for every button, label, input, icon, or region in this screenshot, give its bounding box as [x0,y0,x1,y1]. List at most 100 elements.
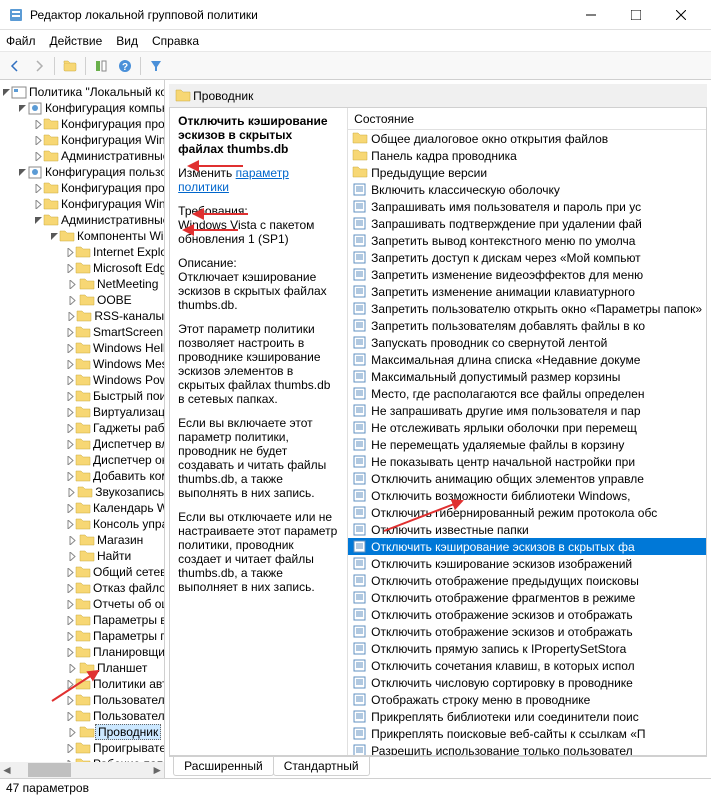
list-item[interactable]: Прикреплять поисковые веб-сайты к ссылка… [348,725,706,742]
tree-node[interactable]: Консоль управления (MMC) [2,516,164,532]
list-item[interactable]: Место, где располагаются все файлы опред… [348,385,706,402]
list-item[interactable]: Запретить доступ к дискам через «Мой ком… [348,249,706,266]
tree-node[interactable]: Проводник [2,724,164,740]
list-item[interactable]: Запускать проводник со свернутой лентой [348,334,706,351]
view-tabs: Расширенный Стандартный [169,756,707,778]
list-item[interactable]: Отключить гибернированный режим протокол… [348,504,706,521]
tree-node[interactable]: SmartScreen Защитника Win [2,324,164,340]
list-item[interactable]: Запретить пользователям добавлять файлы … [348,317,706,334]
tree-node[interactable]: NetMeeting [2,276,164,292]
filter-button[interactable] [145,55,167,77]
list-item[interactable]: Запретить изменение анимации клавиатурно… [348,283,706,300]
tree-node[interactable]: Диспетчер окон рабочего с [2,452,164,468]
tree-node[interactable]: Конфигурация пользователя [2,164,164,180]
tree-node[interactable]: Конфигурация компьютера [2,100,164,116]
tree-node[interactable]: Internet Explorer [2,244,164,260]
menu-help[interactable]: Справка [152,34,199,48]
list-item[interactable]: Не показывать центр начальной настройки … [348,453,706,470]
tree-node[interactable]: Планшет [2,660,164,676]
list-item[interactable]: Отключить прямую запись к IPropertySetSt… [348,640,706,657]
list-item[interactable]: Отключить известные папки [348,521,706,538]
tree-node[interactable]: Windows Hello для бизнеса [2,340,164,356]
show-hide-tree-button[interactable] [90,55,112,77]
tree-node[interactable]: Компоненты Windows [2,228,164,244]
tree-node[interactable]: Политика "Локальный компьютер" [2,84,164,100]
tree-node[interactable]: Виртуализация средств взаи [2,404,164,420]
list-item[interactable]: Отключить кэширование эскизов изображени… [348,555,706,572]
tab-standard[interactable]: Стандартный [273,757,370,776]
minimize-button[interactable] [568,0,613,30]
close-button[interactable] [658,0,703,30]
tree-node[interactable]: Административные шаблоны [2,212,164,228]
list-item[interactable]: Не запрашивать другие имя пользователя и… [348,402,706,419]
tree-node[interactable]: Диспетчер вложений [2,436,164,452]
tree-node[interactable]: Общий сетевой доступ [2,564,164,580]
tree-node[interactable]: Параметры презентации [2,628,164,644]
list-item[interactable]: Запретить пользователю открыть окно «Пар… [348,300,706,317]
menu-file[interactable]: Файл [6,34,36,48]
settings-list: Общее диалоговое окно открытия файловПан… [348,130,706,755]
tree-node[interactable]: Календарь Windows [2,500,164,516]
list-item[interactable]: Не отслеживать ярлыки оболочки при перем… [348,419,706,436]
tree-node[interactable]: Windows Messenger [2,356,164,372]
tree-node[interactable]: Microsoft Edge [2,260,164,276]
tree-node[interactable]: Конфигурация Windows [2,196,164,212]
list-item[interactable]: Отключить анимацию общих элементов управ… [348,470,706,487]
help-button[interactable]: ? [114,55,136,77]
menu-view[interactable]: Вид [116,34,138,48]
tree-node[interactable]: Отказ файлов [2,580,164,596]
tree-node[interactable]: Магазин [2,532,164,548]
list-item[interactable]: Отключить отображение эскизов и отобража… [348,606,706,623]
tab-extended[interactable]: Расширенный [173,757,274,776]
tree-node[interactable]: Windows PowerShell [2,372,164,388]
tree-node[interactable]: Проигрыватель Windows M [2,740,164,756]
list-item[interactable]: Отображать строку меню в проводнике [348,691,706,708]
tree-node[interactable]: Конфигурация программ [2,116,164,132]
list-item[interactable]: Отключить отображение эскизов и отобража… [348,623,706,640]
tree-node[interactable]: Параметры входа Windows [2,612,164,628]
tree-node[interactable]: Планировщик заданий [2,644,164,660]
list-item[interactable]: Включить классическую оболочку [348,181,706,198]
list-item[interactable]: Запрашивать подтверждение при удалении ф… [348,215,706,232]
list-item[interactable]: Отключить сочетания клавиш, в которых ис… [348,657,706,674]
toolbar: ? [0,52,711,80]
tree-hscrollbar[interactable]: ◄► [0,762,164,778]
menu-action[interactable]: Действие [50,34,103,48]
up-button[interactable] [59,55,81,77]
list-item[interactable]: Запретить изменение видеоэффектов для ме… [348,266,706,283]
tree-node[interactable]: Конфигурация программ [2,180,164,196]
list-item[interactable]: Отключить отображение предыдущих поисков… [348,572,706,589]
tree-node[interactable]: Пользовательский интерфе [2,708,164,724]
statusbar: 47 параметров [0,778,711,798]
list-item[interactable]: Отключить отображение фрагментов в режим… [348,589,706,606]
tree-node[interactable]: Гаджеты рабочего стола [2,420,164,436]
tree-node[interactable]: Добавить компоненты в Wi [2,468,164,484]
list-item[interactable]: Максимальный допустимый размер корзины [348,368,706,385]
list-item[interactable]: Отключить числовую сортировку в проводни… [348,674,706,691]
tree-node[interactable]: Пользовательский интерфе [2,692,164,708]
list-item[interactable]: Предыдущие версии [348,164,706,181]
tree-node[interactable]: OOBE [2,292,164,308]
tree-node[interactable]: Политики автозапуска [2,676,164,692]
list-item[interactable]: Прикреплять библиотеки или соединители п… [348,708,706,725]
list-item[interactable]: Панель кадра проводника [348,147,706,164]
list-item[interactable]: Максимальная длина списка «Недавние доку… [348,351,706,368]
tree-node[interactable]: Найти [2,548,164,564]
list-item[interactable]: Отключить возможности библиотеки Windows… [348,487,706,504]
tree-node[interactable]: RSS-каналы [2,308,164,324]
tree-node[interactable]: Конфигурация Windows [2,132,164,148]
list-item[interactable]: Запретить вывод контекстного меню по умо… [348,232,706,249]
forward-button[interactable] [28,55,50,77]
tree-node[interactable]: Административные шаблоны [2,148,164,164]
list-item[interactable]: Запрашивать имя пользователя и пароль пр… [348,198,706,215]
list-item[interactable]: Разрешить использование только пользоват… [348,742,706,755]
list-column-header[interactable]: Состояние [348,108,706,130]
list-item[interactable]: Общее диалоговое окно открытия файлов [348,130,706,147]
maximize-button[interactable] [613,0,658,30]
tree-node[interactable]: Отчеты об ошибках Window [2,596,164,612]
tree-node[interactable]: Звукозапись [2,484,164,500]
list-item[interactable]: Отключить кэширование эскизов в скрытых … [348,538,706,555]
tree-node[interactable]: Быстрый поиск [2,388,164,404]
list-item[interactable]: Не перемещать удаляемые файлы в корзину [348,436,706,453]
back-button[interactable] [4,55,26,77]
